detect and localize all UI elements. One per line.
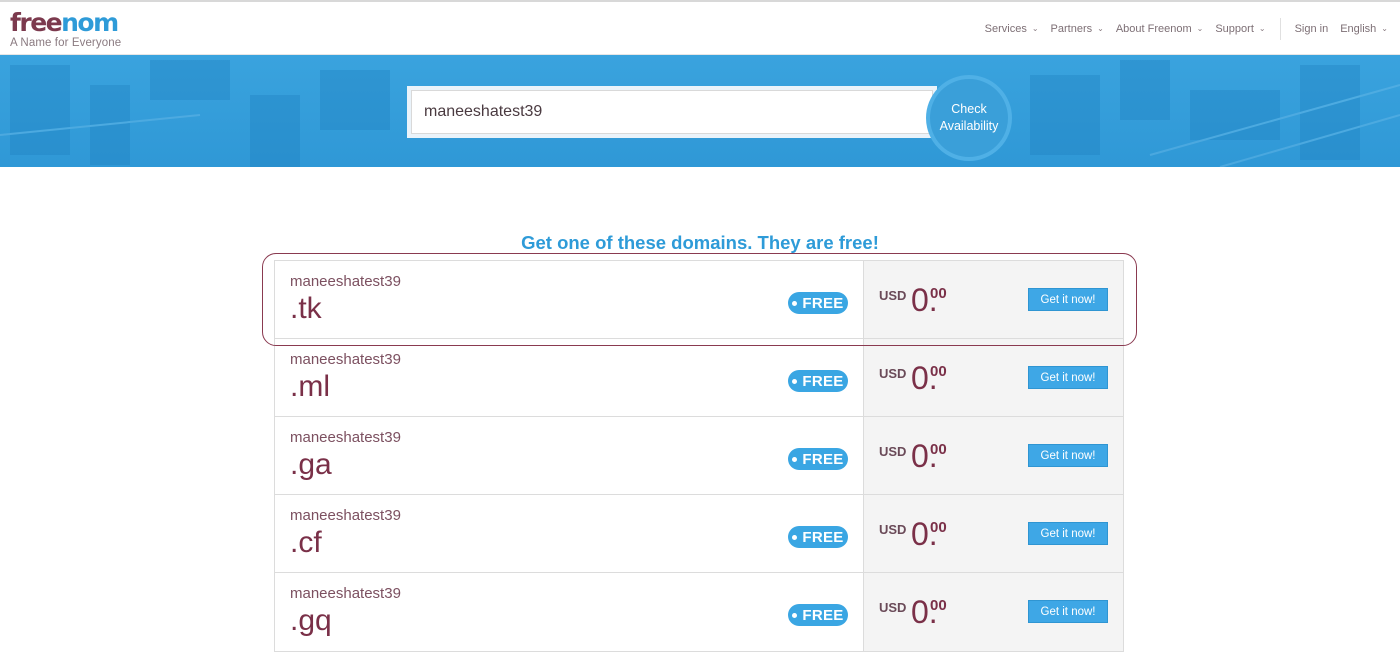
price-cell: USD 0. 00 Get it now!: [864, 417, 1123, 494]
nav-divider: [1279, 17, 1281, 40]
price-cell: USD 0. 00 Get it now!: [864, 495, 1123, 572]
badge-dot-icon: [792, 612, 798, 618]
free-badge: FREE: [788, 448, 848, 470]
currency-label: USD: [879, 288, 907, 303]
logo-free-text: free: [10, 8, 63, 37]
price-decimals: 00: [930, 363, 947, 380]
domain-tld: .ml: [290, 370, 330, 403]
nav-support[interactable]: Support ⌄: [1215, 23, 1265, 35]
logo-wordmark: freenom: [10, 10, 121, 36]
language-selector[interactable]: English ⌄: [1340, 23, 1388, 35]
free-badge-label: FREE: [802, 528, 844, 546]
sign-in-link[interactable]: Sign in: [1295, 23, 1329, 35]
nav-about[interactable]: About Freenom ⌄: [1116, 23, 1204, 35]
get-it-now-button[interactable]: Get it now!: [1028, 444, 1108, 467]
free-badge-label: FREE: [802, 606, 844, 624]
free-badge: FREE: [788, 292, 848, 314]
chevron-down-icon: ⌄: [1258, 24, 1266, 33]
domain-results-table: maneeshatest39 .tk FREE USD 0. 00 Get it…: [274, 260, 1124, 652]
nav-partners[interactable]: Partners ⌄: [1051, 23, 1104, 35]
domain-tld: .ga: [290, 448, 332, 481]
domain-row-cf: maneeshatest39 .cf FREE USD 0. 00 Get it…: [275, 495, 1123, 573]
check-availability-button[interactable]: Check Availability: [926, 75, 1012, 161]
domain-info-cell: maneeshatest39 .ga FREE: [275, 417, 864, 494]
free-badge-label: FREE: [802, 372, 844, 390]
free-badge: FREE: [788, 526, 848, 548]
get-it-now-button[interactable]: Get it now!: [1028, 600, 1108, 623]
chevron-down-icon: ⌄: [1031, 24, 1039, 33]
main-nav: Services ⌄ Partners ⌄ About Freenom ⌄ Su…: [973, 2, 1400, 55]
free-badge: FREE: [788, 370, 848, 392]
domain-row-tk: maneeshatest39 .tk FREE USD 0. 00 Get it…: [275, 261, 1123, 339]
freenom-logo[interactable]: freenom A Name for Everyone: [10, 10, 122, 50]
currency-label: USD: [879, 600, 907, 615]
price-cell: USD 0. 00 Get it now!: [864, 261, 1123, 338]
domain-row-gq: maneeshatest39 .gq FREE USD 0. 00 Get it…: [275, 573, 1123, 651]
price-decimals: 00: [930, 285, 947, 302]
headline-exclamation: !: [872, 232, 879, 253]
free-badge-label: FREE: [802, 450, 844, 468]
check-button-line2: Availability: [939, 119, 999, 133]
domain-name: maneeshatest39: [290, 351, 401, 368]
nav-account: Sign in English ⌄: [1283, 23, 1388, 35]
nav-services-label: Services: [984, 22, 1027, 35]
search-box: [407, 86, 937, 138]
domain-tld: .cf: [290, 526, 322, 559]
domain-row-ml: maneeshatest39 .ml FREE USD 0. 00 Get it…: [275, 339, 1123, 417]
currency-label: USD: [879, 366, 907, 381]
price-decimals: 00: [930, 441, 947, 458]
domain-tld: .gq: [290, 604, 332, 637]
free-domains-headline: Get one of these domains. They are free!: [0, 232, 1400, 254]
domain-info-cell: maneeshatest39 .cf FREE: [275, 495, 864, 572]
chevron-down-icon: ⌄: [1097, 24, 1104, 33]
price-decimals: 00: [930, 597, 947, 614]
headline-text: Get one of these domains. They are: [521, 232, 839, 253]
free-badge: FREE: [788, 604, 848, 626]
domain-row-ga: maneeshatest39 .ga FREE USD 0. 00 Get it…: [275, 417, 1123, 495]
free-badge-label: FREE: [802, 294, 844, 312]
headline-free-word: free: [838, 232, 873, 253]
get-it-now-button[interactable]: Get it now!: [1028, 366, 1108, 389]
price-decimals: 00: [930, 519, 947, 536]
domain-info-cell: maneeshatest39 .tk FREE: [275, 261, 864, 338]
domain-info-cell: maneeshatest39 .gq FREE: [275, 573, 864, 651]
badge-dot-icon: [792, 456, 798, 462]
currency-label: USD: [879, 444, 907, 459]
chevron-down-icon: ⌄: [1196, 24, 1204, 33]
domain-name: maneeshatest39: [290, 273, 401, 290]
domain-search-input[interactable]: [411, 90, 933, 134]
domain-name: maneeshatest39: [290, 585, 401, 602]
nav-partners-label: Partners: [1050, 22, 1093, 35]
logo-tagline: A Name for Everyone: [10, 37, 122, 49]
language-label: English: [1340, 22, 1377, 35]
get-it-now-button[interactable]: Get it now!: [1028, 522, 1108, 545]
badge-dot-icon: [792, 378, 798, 384]
nav-support-label: Support: [1215, 22, 1254, 35]
price-cell: USD 0. 00 Get it now!: [864, 573, 1123, 651]
nav-services[interactable]: Services ⌄: [985, 23, 1039, 35]
search-banner: Check Availability: [0, 55, 1400, 167]
get-it-now-button[interactable]: Get it now!: [1028, 288, 1108, 311]
domain-name: maneeshatest39: [290, 507, 401, 524]
site-header: freenom A Name for Everyone Services ⌄ P…: [0, 2, 1400, 55]
badge-dot-icon: [792, 300, 798, 306]
domain-name: maneeshatest39: [290, 429, 401, 446]
price-cell: USD 0. 00 Get it now!: [864, 339, 1123, 416]
chevron-down-icon: ⌄: [1381, 24, 1388, 33]
logo-nom-text: nom: [61, 8, 119, 37]
badge-dot-icon: [792, 534, 798, 540]
domain-tld: .tk: [290, 292, 322, 325]
domain-info-cell: maneeshatest39 .ml FREE: [275, 339, 864, 416]
nav-about-label: About Freenom: [1115, 22, 1192, 35]
check-button-line1: Check: [951, 102, 987, 116]
currency-label: USD: [879, 522, 907, 537]
